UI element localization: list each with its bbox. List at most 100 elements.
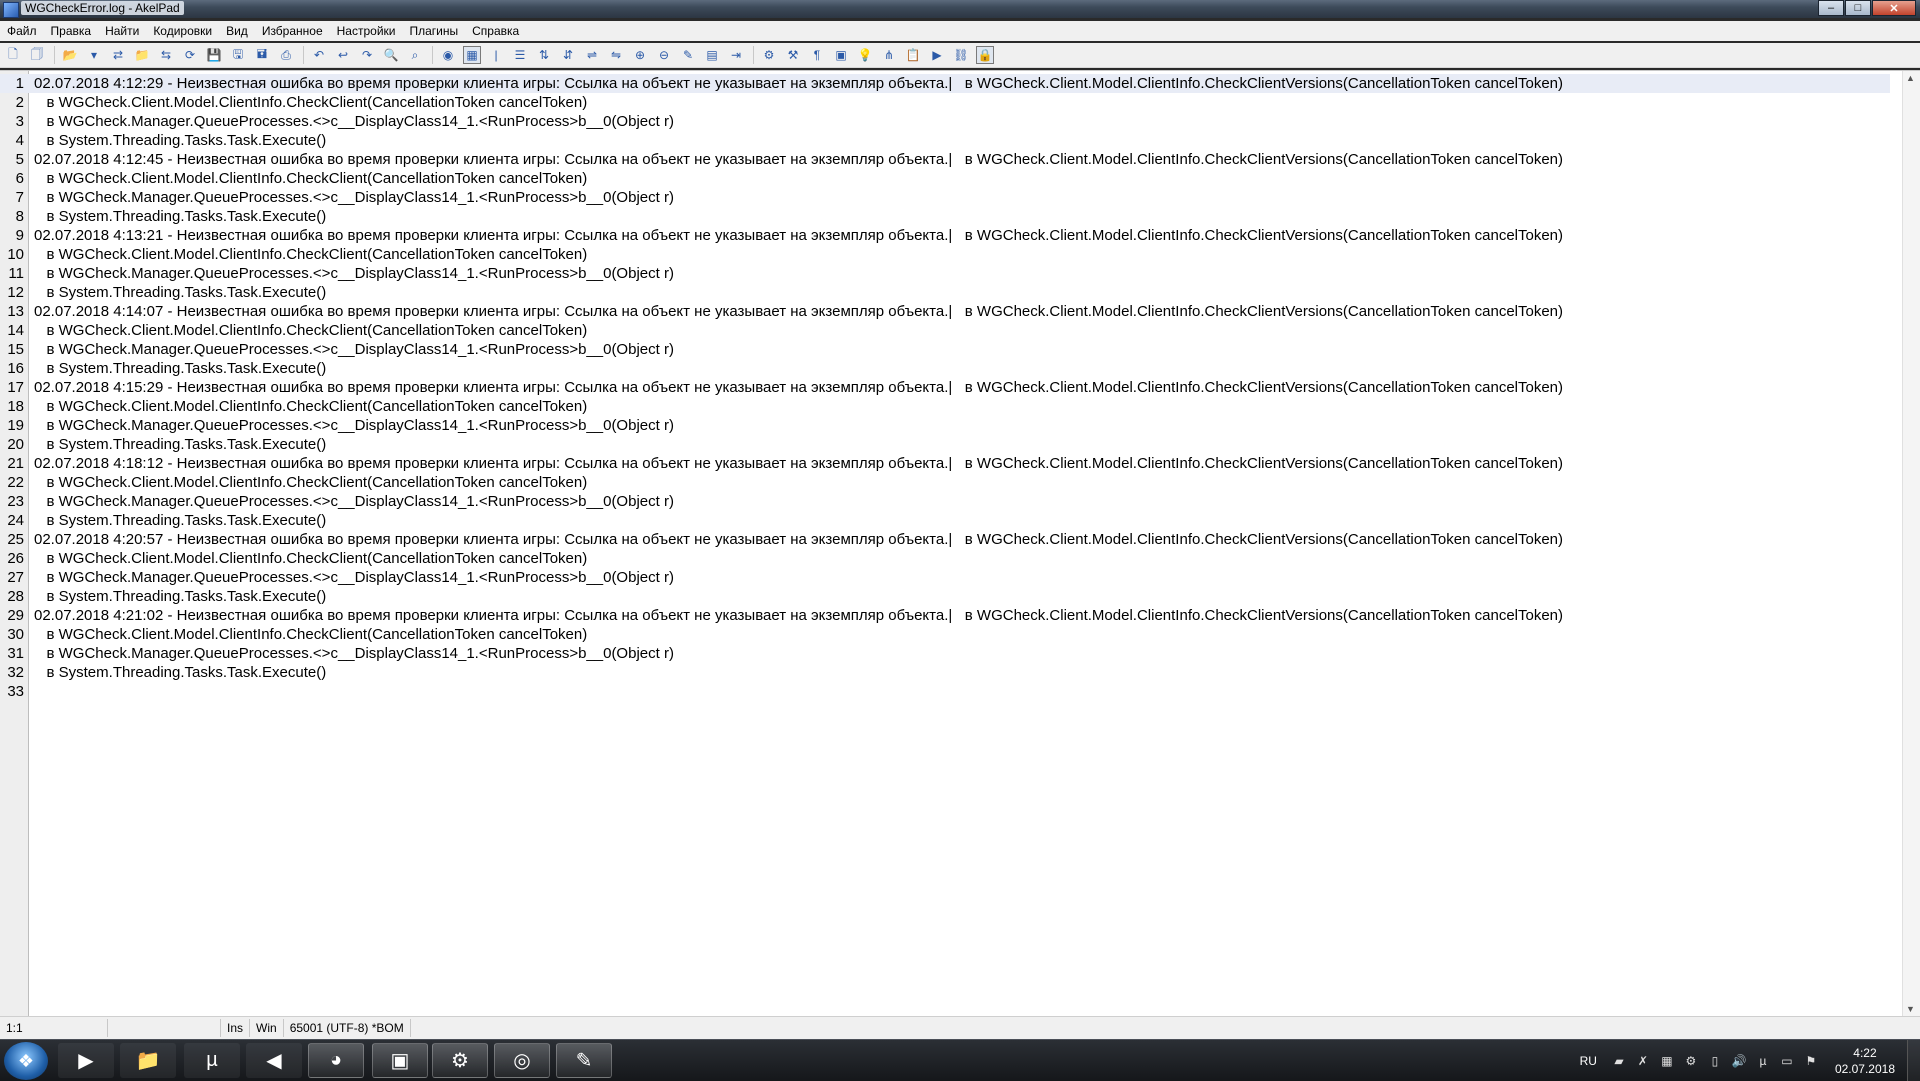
vertical-scrollbar[interactable]: ▲ ▼: [1902, 71, 1920, 1016]
text-line[interactable]: 7 в WGCheck.Manager.QueueProcesses.<>c__…: [0, 188, 1890, 207]
steam-tray-icon[interactable]: ⚙: [1683, 1053, 1699, 1069]
undo-alt-icon[interactable]: ↩: [334, 46, 352, 64]
record-icon[interactable]: ◉: [439, 46, 457, 64]
plugins-icon[interactable]: ⚒: [784, 46, 802, 64]
bulb-icon[interactable]: 💡: [856, 46, 874, 64]
line-text[interactable]: в WGCheck.Client.Model.ClientInfo.CheckC…: [24, 321, 588, 340]
line-text[interactable]: в WGCheck.Manager.QueueProcesses.<>c__Di…: [24, 264, 674, 283]
text-line[interactable]: 28 в System.Threading.Tasks.Task.Execute…: [0, 587, 1890, 606]
sort-desc-icon[interactable]: ⇵: [559, 46, 577, 64]
taskbar-app[interactable]: ⚙: [432, 1043, 488, 1078]
line-text[interactable]: в WGCheck.Client.Model.ClientInfo.CheckC…: [24, 245, 588, 264]
taskbar-app[interactable]: ◎: [494, 1043, 550, 1078]
text-line[interactable]: 3 в WGCheck.Manager.QueueProcesses.<>c__…: [0, 112, 1890, 131]
menu-view[interactable]: Вид: [219, 24, 255, 38]
text-line[interactable]: 30 в WGCheck.Client.Model.ClientInfo.Che…: [0, 625, 1890, 644]
text-line[interactable]: 29 02.07.2018 4:21:02 - Неизвестная ошибк…: [0, 606, 1890, 625]
undo-icon[interactable]: ↶: [310, 46, 328, 64]
line-text[interactable]: в WGCheck.Client.Model.ClientInfo.CheckC…: [24, 169, 588, 188]
text-lines[interactable]: 1 02.07.2018 4:12:29 - Неизвестная ошибка…: [0, 74, 1890, 701]
open-dropdown-icon[interactable]: ▾: [85, 46, 103, 64]
scroll-down-icon[interactable]: ▼: [1906, 1004, 1915, 1014]
text-line[interactable]: 1 02.07.2018 4:12:29 - Неизвестная ошибка…: [0, 74, 1890, 93]
taskbar-app[interactable]: ◕: [308, 1043, 364, 1078]
taskbar-app[interactable]: ▣: [372, 1043, 428, 1078]
flag-icon[interactable]: ⚑: [1803, 1053, 1819, 1069]
text-line[interactable]: 25 02.07.2018 4:20:57 - Неизвестная ошибк…: [0, 530, 1890, 549]
text-line[interactable]: 17 02.07.2018 4:15:29 - Неизвестная ошибк…: [0, 378, 1890, 397]
swap-icon[interactable]: ⇋: [607, 46, 625, 64]
line-text[interactable]: 02.07.2018 4:21:02 - Неизвестная ошибка …: [24, 606, 1563, 625]
redo-icon[interactable]: ↷: [358, 46, 376, 64]
menu-settings[interactable]: Настройки: [330, 24, 403, 38]
open-recent-icon[interactable]: ⇄: [109, 46, 127, 64]
sort-asc-icon[interactable]: ⇅: [535, 46, 553, 64]
menu-plugins[interactable]: Плагины: [402, 24, 465, 38]
reopen-icon[interactable]: ⇆: [157, 46, 175, 64]
menu-help[interactable]: Справка: [465, 24, 526, 38]
show-desktop-button[interactable]: [1907, 1040, 1920, 1081]
run-icon[interactable]: ▶: [928, 46, 946, 64]
open-file-icon[interactable]: 📁: [133, 46, 151, 64]
editor-area[interactable]: 1 02.07.2018 4:12:29 - Неизвестная ошибка…: [0, 70, 1920, 1016]
menu-edit[interactable]: Правка: [44, 24, 99, 38]
text-line[interactable]: 2 в WGCheck.Client.Model.ClientInfo.Chec…: [0, 93, 1890, 112]
line-text[interactable]: в WGCheck.Client.Model.ClientInfo.CheckC…: [24, 473, 588, 492]
text-line[interactable]: 19 в WGCheck.Manager.QueueProcesses.<>c_…: [0, 416, 1890, 435]
replace-icon[interactable]: ⌕: [406, 46, 424, 64]
lock-icon[interactable]: 🔒: [976, 46, 994, 64]
text-line[interactable]: 9 02.07.2018 4:13:21 - Неизвестная ошибка…: [0, 226, 1890, 245]
text-line[interactable]: 5 02.07.2018 4:12:45 - Неизвестная ошибка…: [0, 150, 1890, 169]
taskbar-app[interactable]: ▶: [58, 1043, 114, 1078]
menu-find[interactable]: Найти: [98, 24, 146, 38]
open-folder-icon[interactable]: 📂: [61, 46, 79, 64]
close-button[interactable]: ✕: [1872, 0, 1916, 16]
line-text[interactable]: в WGCheck.Client.Model.ClientInfo.CheckC…: [24, 397, 588, 416]
text-line[interactable]: 12 в System.Threading.Tasks.Task.Execute…: [0, 283, 1890, 302]
line-text[interactable]: 02.07.2018 4:12:45 - Неизвестная ошибка …: [24, 150, 1563, 169]
text-line[interactable]: 14 в WGCheck.Client.Model.ClientInfo.Che…: [0, 321, 1890, 340]
line-text[interactable]: в System.Threading.Tasks.Task.Execute(): [24, 663, 327, 682]
line-text[interactable]: в WGCheck.Client.Model.ClientInfo.CheckC…: [24, 93, 588, 112]
line-text[interactable]: [24, 682, 34, 701]
reload-icon[interactable]: ⟳: [181, 46, 199, 64]
save-icon[interactable]: 💾: [205, 46, 223, 64]
encoding[interactable]: 65001 (UTF-8) *BOM: [284, 1019, 411, 1037]
text-line[interactable]: 23 в WGCheck.Manager.QueueProcesses.<>c_…: [0, 492, 1890, 511]
line-text[interactable]: 02.07.2018 4:20:57 - Неизвестная ошибка …: [24, 530, 1563, 549]
start-button[interactable]: ❖: [4, 1042, 48, 1080]
text-line[interactable]: 15 в WGCheck.Manager.QueueProcesses.<>c_…: [0, 340, 1890, 359]
wrap-icon[interactable]: ⇥: [727, 46, 745, 64]
taskbar-app[interactable]: ✎: [556, 1043, 612, 1078]
line-text[interactable]: в System.Threading.Tasks.Task.Execute(): [24, 587, 327, 606]
line-text[interactable]: 02.07.2018 4:15:29 - Неизвестная ошибка …: [24, 378, 1563, 397]
utorrent-tray-icon[interactable]: µ: [1755, 1053, 1771, 1069]
taskbar-app[interactable]: ◀: [246, 1043, 302, 1078]
text-line[interactable]: 31 в WGCheck.Manager.QueueProcesses.<>c_…: [0, 644, 1890, 663]
line-text[interactable]: 02.07.2018 4:18:12 - Неизвестная ошибка …: [24, 454, 1563, 473]
taskbar-app[interactable]: µ: [184, 1043, 240, 1078]
text-line[interactable]: 4 в System.Threading.Tasks.Task.Execute(…: [0, 131, 1890, 150]
table-icon[interactable]: ▤: [703, 46, 721, 64]
text-line[interactable]: 24 в System.Threading.Tasks.Task.Execute…: [0, 511, 1890, 530]
line-text[interactable]: 02.07.2018 4:12:29 - Неизвестная ошибка …: [24, 74, 1563, 93]
tree-icon[interactable]: ⋔: [880, 46, 898, 64]
monitor-icon[interactable]: ▦: [1659, 1053, 1675, 1069]
caret-icon[interactable]: |: [487, 46, 505, 64]
insert-mode[interactable]: Ins: [221, 1019, 251, 1037]
line-text[interactable]: в System.Threading.Tasks.Task.Execute(): [24, 207, 327, 226]
save-as-icon[interactable]: 🖫: [229, 46, 247, 64]
menu-favorites[interactable]: Избранное: [255, 24, 330, 38]
volume-icon[interactable]: 🔊: [1731, 1053, 1747, 1069]
menu-file[interactable]: Файл: [0, 24, 44, 38]
column-select-icon[interactable]: ▦: [463, 46, 481, 64]
clock[interactable]: 4:22 02.07.2018: [1835, 1045, 1895, 1077]
find-icon[interactable]: 🔍: [382, 46, 400, 64]
text-line[interactable]: 33: [0, 682, 1890, 701]
line-text[interactable]: в WGCheck.Manager.QueueProcesses.<>c__Di…: [24, 188, 674, 207]
line-text[interactable]: в WGCheck.Manager.QueueProcesses.<>c__Di…: [24, 492, 674, 511]
line-text[interactable]: в System.Threading.Tasks.Task.Execute(): [24, 283, 327, 302]
text-line[interactable]: 6 в WGCheck.Client.Model.ClientInfo.Chec…: [0, 169, 1890, 188]
highlight-icon[interactable]: ✎: [679, 46, 697, 64]
text-line[interactable]: 11 в WGCheck.Manager.QueueProcesses.<>c_…: [0, 264, 1890, 283]
